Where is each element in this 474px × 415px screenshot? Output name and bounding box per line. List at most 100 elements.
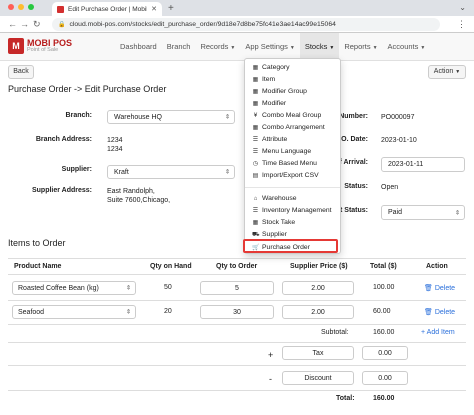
logo-mark-icon: M [8,38,24,54]
select-arrows-icon: ⇕ [125,309,131,316]
qty-on-hand-value: 50 [164,284,172,291]
menu-item-modifier[interactable]: ▦ Modifier [245,98,340,109]
action-button[interactable]: Action ▼ [428,65,466,79]
page-title: Purchase Order -> Edit Purchase Order [8,84,167,94]
tab-close-icon[interactable]: ✕ [151,5,157,13]
table-header-divider [8,274,466,275]
tax-input[interactable]: 0.00 [362,346,408,360]
discount-input[interactable]: 0.00 [362,371,408,385]
nav-dashboard[interactable]: Dashboard [115,33,162,61]
back-arrow-icon[interactable]: ← [8,19,17,29]
supplier-address-label: Supplier Address: [31,187,92,194]
reload-icon[interactable]: ↻ [33,19,41,30]
file-icon: ▤ [252,173,259,179]
subtotal-value: 160.00 [373,329,395,336]
nav-reports[interactable]: Reports ▼ [339,33,382,61]
qty-to-order-input[interactable]: 30 [200,305,274,319]
branch-address-line-2: 1234 [107,146,123,153]
minimize-window-icon[interactable] [18,4,24,10]
forward-arrow-icon[interactable]: → [20,19,29,29]
po-number-value: PO000097 [381,114,415,121]
stocks-dropdown-menu: ▦ Category ▦ Item ▦ Modifier Group ▦ Modifie… [244,58,341,254]
main-menu: Dashboard Branch Records ▼ App Settings ▼ … [115,33,430,61]
row-total-value: 100.00 [373,284,395,291]
menu-item-warehouse[interactable]: ⌂ Warehouse [245,193,340,204]
row-divider [8,390,466,391]
col-total: Total ($) [370,263,397,270]
list-icon: ☰ [252,208,259,214]
menu-item-combo-meal-group[interactable]: ¥ Combo Meal Group [245,110,340,121]
menu-item-import-export-csv[interactable]: ▤ Import/Export CSV [245,170,340,181]
close-window-icon[interactable] [8,4,14,10]
col-qty-on-hand: Qty on Hand [150,263,192,270]
menu-item-stock-take[interactable]: ▦ Stock Take [245,217,340,228]
add-item-button[interactable]: + Add Item [421,329,455,336]
supplier-select[interactable]: Kraft ⇕ [107,165,235,179]
col-product-name: Product Name [14,263,62,270]
chevron-down-icon: ▼ [230,45,236,51]
grid-icon: ▦ [252,77,259,83]
nav-app-settings[interactable]: App Settings ▼ [240,33,299,61]
menu-item-category[interactable]: ▦ Category [245,62,340,73]
tax-label-field: Tax [282,346,354,360]
qty-to-order-input[interactable]: 5 [200,281,274,295]
menu-item-inventory-management[interactable]: ☰ Inventory Management [245,205,340,216]
tax-sign: + [268,350,274,360]
supplier-price-input[interactable]: 2.00 [282,281,354,295]
col-supplier-price: Supplier Price ($) [290,263,348,270]
back-button[interactable]: Back [8,65,34,79]
fork-knife-icon: ¥ [253,112,258,119]
po-date-value: 2023-01-10 [381,137,417,144]
tab-bar: Edit Purchase Order | MobiPOS ✕ + ⌄ [0,0,474,16]
arrival-date-input[interactable]: 2023-01-11 [381,157,465,172]
chevron-down-icon: ▼ [289,45,295,51]
trash-icon: 🗑 [424,309,433,316]
col-action: Action [426,263,448,270]
list-icon: ☰ [252,149,259,155]
supplier-label: Supplier: [61,166,92,173]
url-field[interactable]: 🔒 cloud.mobi-pos.com/stocks/edit_purchas… [52,18,440,31]
grid-icon: ▦ [252,65,259,71]
menu-item-item[interactable]: ▦ Item [245,74,340,85]
discount-sign: - [269,374,272,384]
tab-list-chevron-icon[interactable]: ⌄ [459,3,466,12]
menu-item-combo-arrangement[interactable]: ▦ Combo Arrangement [245,122,340,133]
row-divider [8,300,466,301]
browser-tab[interactable]: Edit Purchase Order | MobiPOS ✕ [52,2,162,16]
menu-item-attribute[interactable]: ☰ Attribute [245,134,340,145]
clock-icon: ◷ [252,161,259,167]
menu-item-menu-language[interactable]: ☰ Menu Language [245,146,340,157]
subtotal-label: Subtotal: [321,329,349,336]
new-tab-icon[interactable]: + [168,3,174,14]
trash-icon: 🗑 [424,285,433,292]
nav-records[interactable]: Records ▼ [195,33,240,61]
delete-row-button[interactable]: 🗑 Delete [424,284,455,292]
nav-stocks[interactable]: Stocks ▼ [299,33,340,61]
row-total-value: 60.00 [373,308,391,315]
payment-status-select[interactable]: Paid ⇕ [381,205,465,220]
app-navbar: M MOBI POS Point of Sale Dashboard Branc… [0,33,474,61]
qty-on-hand-value: 20 [164,308,172,315]
delete-row-button[interactable]: 🗑 Delete [424,308,455,316]
menu-item-modifier-group[interactable]: ▦ Modifier Group [245,86,340,97]
menu-divider [245,187,340,188]
menu-item-time-based-menu[interactable]: ◷ Time Based Menu [245,158,340,169]
purchase-order-highlight [243,239,338,253]
address-bar-row: ← → ↻ 🔒 cloud.mobi-pos.com/stocks/edit_p… [0,16,474,33]
branch-address-line-1: 1234 [107,137,123,144]
chevron-down-icon: ▼ [329,45,335,51]
col-qty-to-order: Qty to Order [216,263,258,270]
maximize-window-icon[interactable] [28,4,34,10]
supplier-price-input[interactable]: 2.00 [282,305,354,319]
nav-accounts[interactable]: Accounts ▼ [383,33,431,61]
select-arrows-icon: ⇕ [224,114,230,121]
product-select[interactable]: Seafood ⇕ [12,305,136,319]
browser-menu-icon[interactable]: ⋮ [457,19,466,30]
nav-branch[interactable]: Branch [162,33,196,61]
branch-select[interactable]: Warehouse HQ ⇕ [107,110,235,124]
select-arrows-icon: ⇕ [125,285,131,292]
row-divider [8,342,466,343]
list-icon: ☰ [252,137,259,143]
logo[interactable]: M MOBI POS Point of Sale [8,38,72,54]
product-select[interactable]: Roasted Coffee Bean (kg) ⇕ [12,281,136,295]
